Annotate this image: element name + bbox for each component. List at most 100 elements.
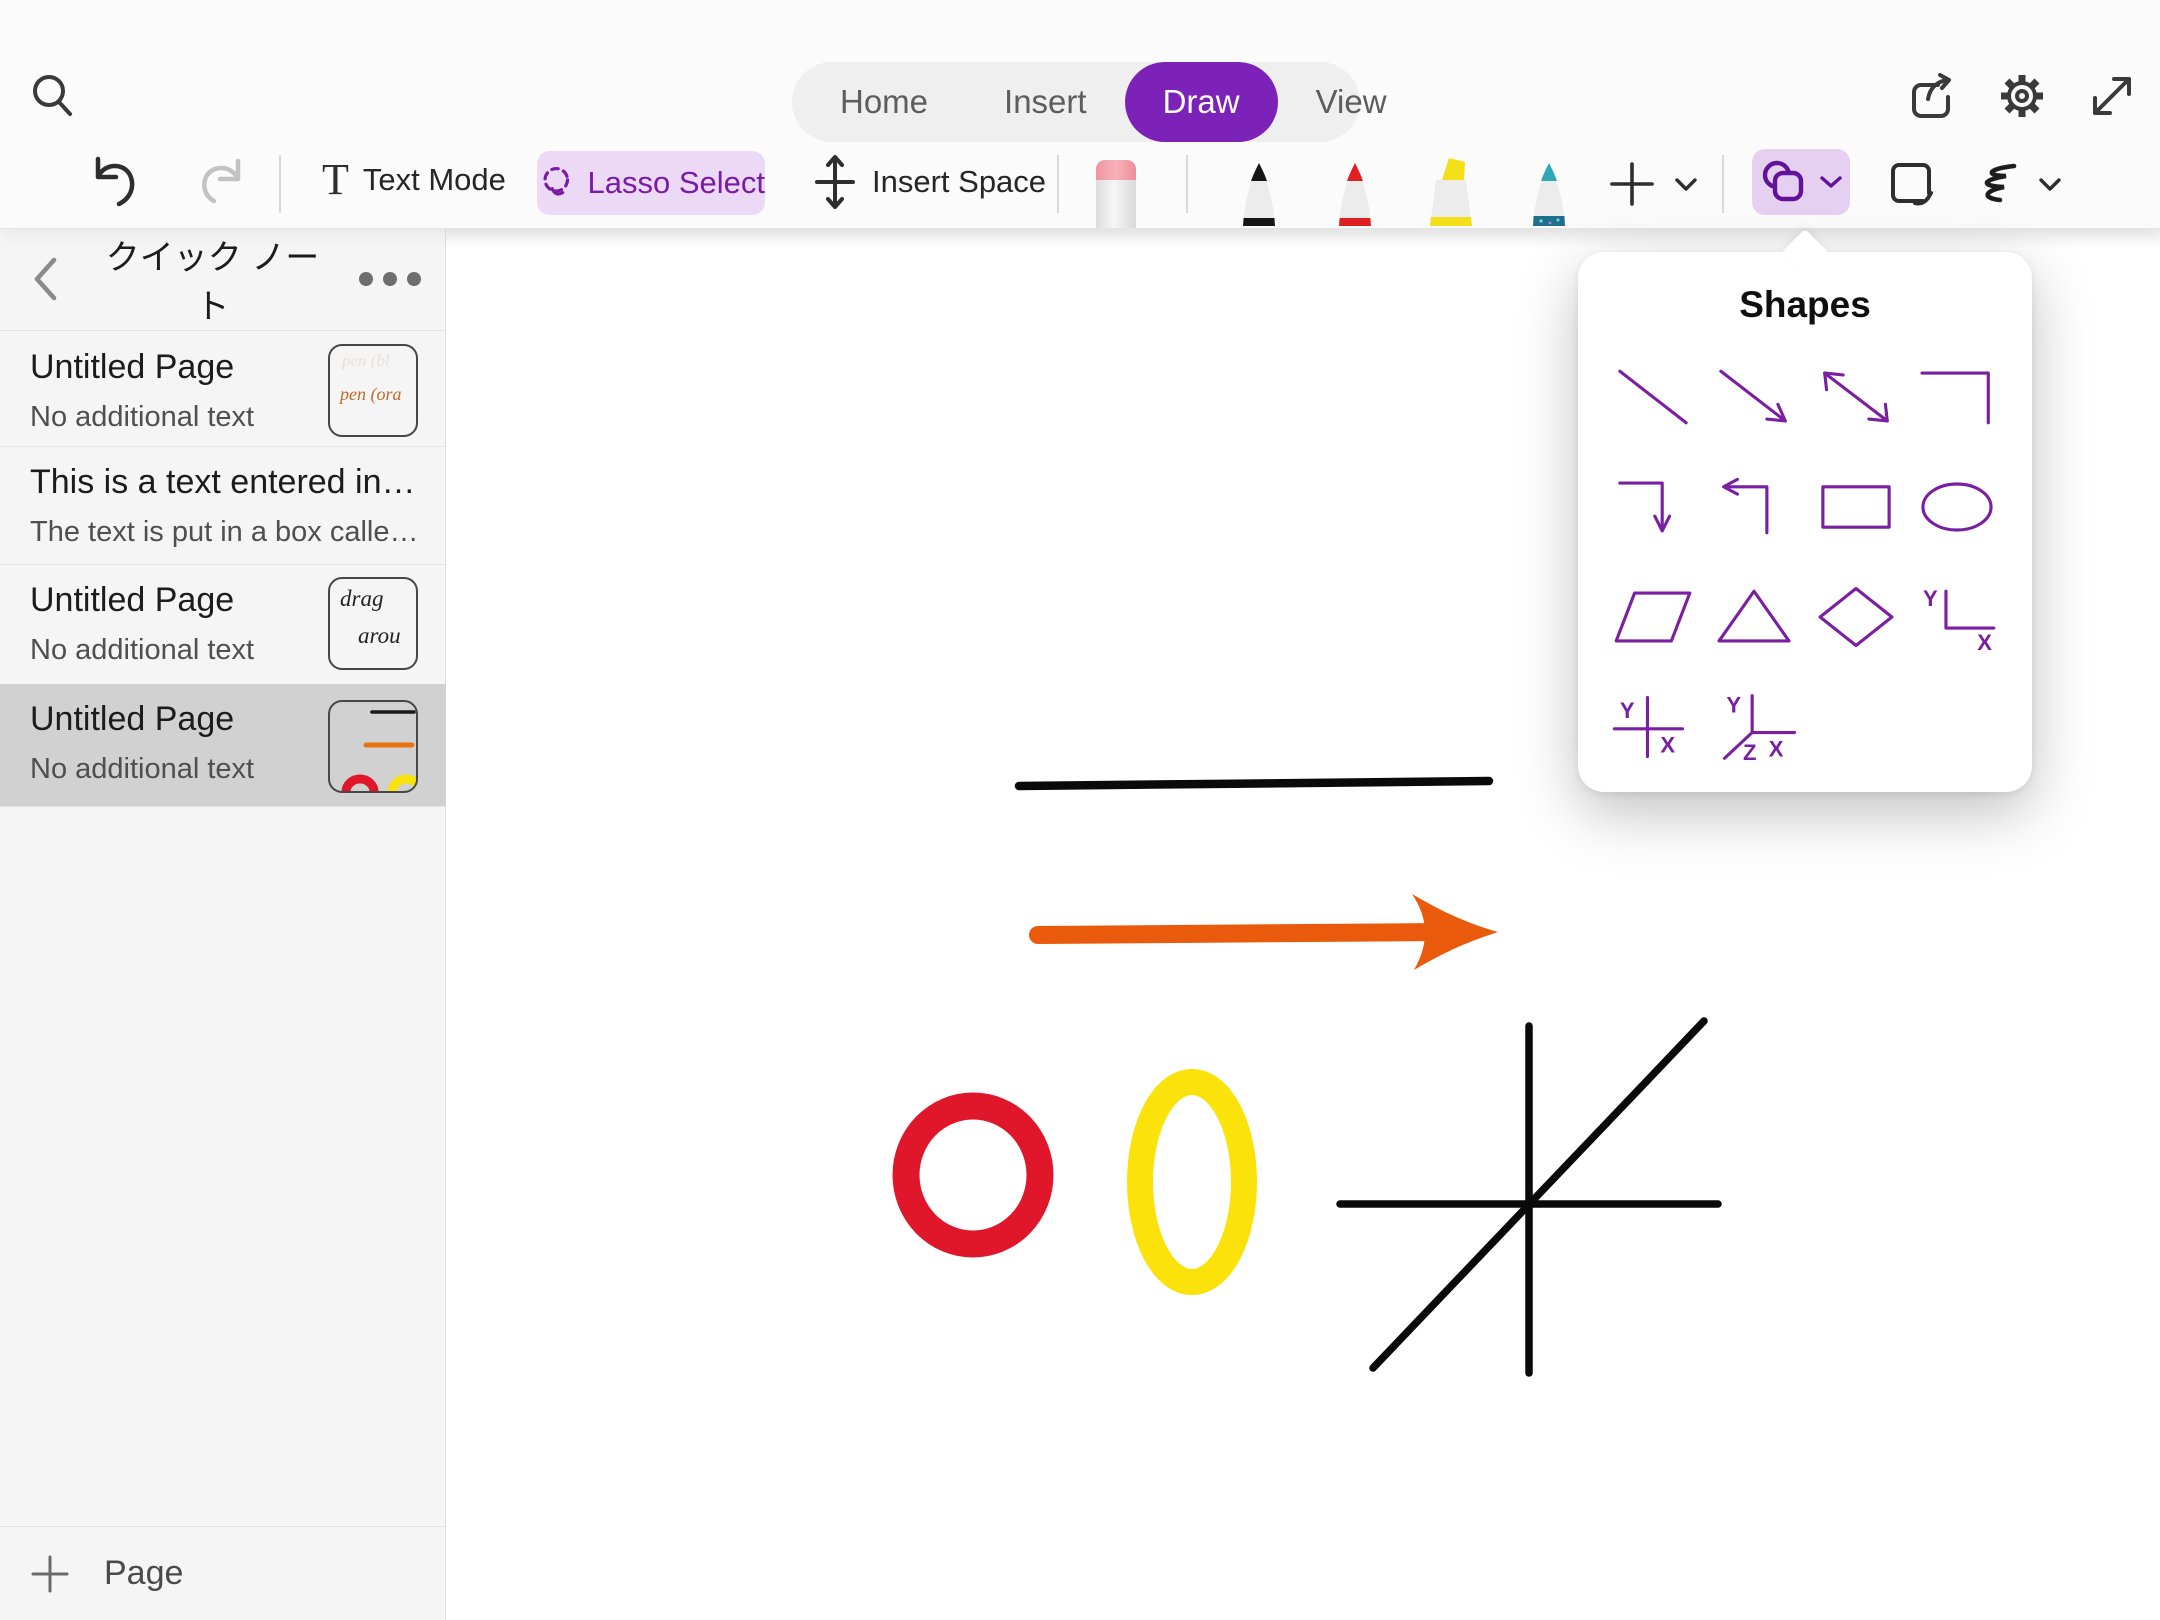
shapes-icon [1758,157,1810,207]
page-list-sidebar: クイック ノート Untitled Page No additional tex… [0,228,446,1620]
text-mode-icon: T [322,158,349,202]
shapes-button[interactable] [1752,149,1850,215]
ink-squiggle-icon [1966,160,2022,208]
toolbar-divider [279,155,281,213]
settings-button[interactable] [1996,70,2048,122]
red-pen-icon [1329,160,1381,228]
shape-rectangle[interactable] [1805,454,1907,560]
black-pen-tool[interactable] [1233,160,1285,233]
tab-draw[interactable]: Draw [1125,62,1278,142]
page-thumbnail [328,700,418,793]
shape-diagonal-line[interactable] [1602,344,1704,450]
page-subtitle: No additional text [30,753,330,786]
toolbar-divider [1186,155,1188,213]
eraser-icon [1092,158,1140,228]
svg-text:X: X [1660,733,1675,758]
shapes-popup: Shapes [1578,252,2032,792]
page-thumbnail: pen (bl pen (ora [328,344,418,437]
share-button[interactable] [1905,70,1957,122]
thumbnail-text: drag [330,579,416,614]
ink-orange-arrow[interactable] [1038,894,1498,970]
page-title: Untitled Page [30,348,330,387]
shape-elbow-arrow-down[interactable] [1602,454,1704,560]
lasso-select-label: Lasso Select [588,165,766,201]
page-subtitle: The text is put in a box called… [30,516,430,549]
insert-space-button[interactable]: Insert Space [812,152,1046,212]
undo-icon [86,153,140,211]
text-mode-button[interactable]: T Text Mode [322,158,506,202]
black-pen-icon [1233,160,1285,228]
shape-diagonal-arrow[interactable] [1704,344,1806,450]
ink-style-button[interactable] [1966,160,2064,208]
expand-icon [2087,71,2137,121]
shape-diamond[interactable] [1805,564,1907,670]
red-pen-tool[interactable] [1329,160,1381,233]
svg-text:X: X [1977,630,1992,655]
drawing-canvas[interactable]: Shapes [446,228,2160,1620]
shape-parallelogram[interactable] [1602,564,1704,670]
page-title: Untitled Page [30,700,330,739]
toolbar-divider [1722,155,1724,213]
toolbar-divider [1057,155,1059,213]
chevron-down-icon [1672,174,1700,194]
yellow-highlighter-tool[interactable] [1420,154,1482,233]
thumbnail-text: pen (bl [330,346,416,371]
page-title: Untitled Page [30,581,330,620]
shape-axes-xy[interactable]: YX [1907,564,2009,670]
svg-text:Y: Y [1620,698,1635,723]
add-page-label: Page [104,1554,183,1593]
shape-ellipse[interactable] [1907,454,2009,560]
svg-text:Y: Y [1923,586,1938,611]
tab-insert[interactable]: Insert [966,62,1125,142]
insert-space-label: Insert Space [872,164,1046,200]
add-pen-button[interactable] [1606,158,1700,210]
plus-icon [30,1554,70,1594]
ink-axes-cross[interactable] [1340,1021,1718,1373]
shape-elbow-arrow-left[interactable] [1704,454,1806,560]
redo-button[interactable] [196,155,250,209]
lasso-icon [537,157,576,209]
fullscreen-button[interactable] [2086,70,2138,122]
ink-yellow-ellipse[interactable] [1140,1082,1244,1282]
lasso-select-button[interactable]: Lasso Select [537,151,765,215]
tab-home[interactable]: Home [802,62,966,142]
chevron-down-icon [2036,174,2064,194]
shape-axes-xyz[interactable]: YZX [1704,674,1806,780]
svg-text:X: X [1769,736,1784,761]
undo-button[interactable] [86,153,140,211]
shape-axes-xy-cross[interactable]: YX [1602,674,1704,780]
app-header: Home Insert Draw View [0,0,2160,228]
shape-triangle[interactable] [1704,564,1806,670]
eraser-tool[interactable] [1092,158,1140,233]
add-page-button[interactable]: Page [0,1526,446,1620]
galaxy-pen-tool[interactable] [1523,160,1575,233]
sticky-note-button[interactable] [1886,158,1938,210]
redo-icon [196,155,250,209]
yellow-highlighter-icon [1420,154,1482,228]
shape-elbow-line[interactable] [1907,344,2009,450]
tab-view[interactable]: View [1278,62,1425,142]
page-list-item[interactable]: This is a text entered in… The text is p… [0,447,446,564]
text-mode-label: Text Mode [363,162,506,198]
ribbon-tab-group: Home Insert Draw View [792,62,1360,142]
page-list-item[interactable]: Untitled Page No additional text drag ar… [0,565,446,683]
gear-icon [1996,70,2048,122]
thumbnail-drawing [330,702,418,792]
ink-red-circle[interactable] [906,1106,1040,1244]
notebook-title: クイック ノート [90,230,335,328]
page-list-item-selected[interactable]: Untitled Page No additional text [0,684,446,806]
thumbnail-text: arou [330,614,416,651]
sidebar-header: クイック ノート [0,228,445,331]
page-thumbnail: drag arou [328,577,418,670]
thumbnail-text: pen (ora [330,371,416,406]
back-button[interactable] [0,249,90,309]
page-list-item[interactable]: Untitled Page No additional text pen (bl… [0,332,446,446]
notebook-more-button[interactable] [335,249,445,309]
shapes-grid: YX YX YZX [1578,326,2032,780]
chevron-down-icon [1818,173,1844,191]
galaxy-pen-icon [1523,160,1575,228]
search-button[interactable] [24,68,80,124]
chevron-left-icon [30,255,60,303]
shape-diagonal-double-arrow[interactable] [1805,344,1907,450]
ink-black-line[interactable] [1019,781,1489,786]
